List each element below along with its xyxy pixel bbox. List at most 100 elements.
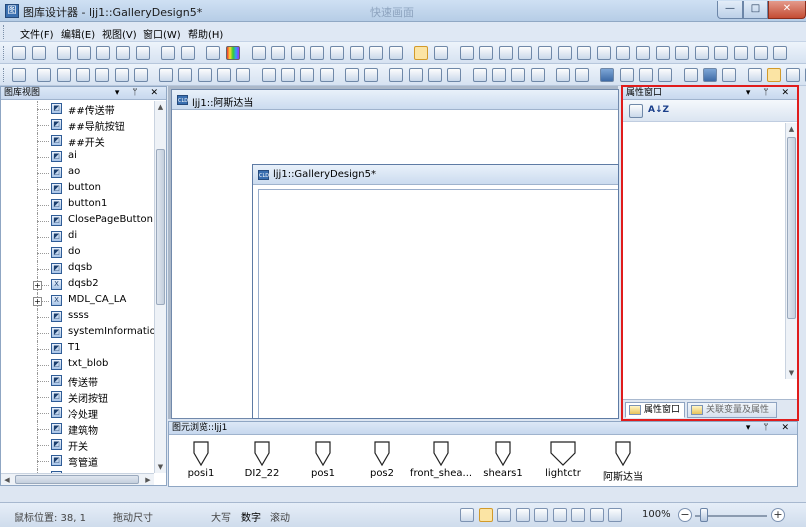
unlock-icon[interactable] — [530, 68, 545, 82]
copy-icon[interactable] — [57, 46, 72, 60]
draw-arc-icon[interactable] — [577, 46, 592, 60]
layout1-icon[interactable] — [766, 68, 781, 82]
draw-pie-icon[interactable] — [655, 46, 670, 60]
browse-item[interactable]: DI2_22 — [230, 439, 294, 484]
select-arrow-icon[interactable] — [478, 508, 493, 522]
tree-item[interactable]: ◩ ##开关 — [1, 133, 154, 149]
browse-item[interactable]: shears1 — [471, 439, 535, 484]
clock-icon[interactable] — [714, 46, 729, 60]
table-icon[interactable] — [619, 68, 634, 82]
paste-icon[interactable] — [116, 46, 130, 60]
sheet-icon[interactable] — [658, 68, 673, 82]
zoom-page-icon[interactable] — [388, 46, 403, 60]
zoom-out-icon[interactable] — [349, 46, 364, 60]
text-icon[interactable] — [675, 46, 690, 60]
zoom-out-button[interactable]: − — [678, 508, 692, 522]
zoom-page-icon[interactable] — [589, 508, 604, 522]
categorized-icon[interactable] — [629, 104, 643, 118]
tree-scroll-thumb[interactable] — [156, 149, 165, 305]
same-height-icon[interactable] — [217, 68, 231, 82]
tree-item[interactable]: ◩ ao — [1, 165, 154, 181]
palette-icon[interactable] — [226, 46, 240, 60]
draw-chord-icon[interactable] — [636, 46, 650, 60]
zoom-fit-icon[interactable] — [552, 508, 567, 522]
draw-rect-icon[interactable] — [518, 46, 533, 60]
property-vertical-scrollbar[interactable]: ▲ ▼ — [785, 123, 797, 379]
property-scroll-thumb[interactable] — [787, 137, 796, 319]
tree-horizontal-scrollbar[interactable]: ◀ ▶ — [1, 473, 154, 485]
draw-curve-icon[interactable] — [557, 46, 572, 60]
same-size-icon[interactable] — [236, 68, 251, 82]
delete-icon[interactable] — [135, 46, 150, 60]
group-icon[interactable] — [344, 68, 359, 82]
tree-item[interactable]: ◩ ClosePageButton — [1, 213, 154, 229]
properties-icon[interactable] — [747, 68, 762, 82]
draw-polygon-icon[interactable] — [498, 46, 513, 60]
tree-item[interactable]: ◩ 冷处理 — [1, 405, 154, 421]
tree-item[interactable]: ◩ ##导航按钮 — [1, 117, 154, 133]
tree-item[interactable]: ◩ 传送带 — [1, 373, 154, 389]
same-width-icon[interactable] — [197, 68, 212, 82]
browse-item[interactable]: pos1 — [291, 439, 355, 484]
alphabetical-sort-icon[interactable]: A↓Z — [648, 105, 669, 115]
tree-item[interactable]: ◩ 弯管道 — [1, 453, 154, 469]
tree-item[interactable]: ◩ txt_blob — [1, 357, 154, 373]
browse-item[interactable]: front_shea... — [409, 439, 473, 484]
undo-icon[interactable] — [555, 68, 570, 82]
distribute-v-icon[interactable] — [178, 68, 193, 82]
doc-window-back-title[interactable]: CLD ljj1::阿斯达当 — [172, 90, 618, 110]
browse-item[interactable]: pos2 — [350, 439, 414, 484]
close-button[interactable]: ✕ — [768, 1, 806, 19]
zoom-area-icon[interactable] — [290, 46, 305, 60]
draw-line-icon[interactable] — [459, 46, 474, 60]
lock-icon[interactable] — [511, 68, 526, 82]
image-icon[interactable] — [694, 46, 709, 60]
zoom-in-icon[interactable] — [330, 46, 344, 60]
ungroup-icon[interactable] — [364, 68, 379, 82]
tree-item[interactable]: ◩ 关闭按钮 — [1, 389, 154, 405]
pan-hand-icon[interactable] — [460, 508, 474, 522]
expand-icon[interactable]: + — [33, 281, 42, 290]
redo-icon[interactable] — [575, 68, 590, 82]
save-icon[interactable] — [76, 46, 91, 60]
menu-window[interactable]: 窗口(W) — [143, 26, 181, 41]
scroll-down-icon[interactable]: ▼ — [155, 461, 166, 473]
menu-view[interactable]: 视图(V) — [102, 26, 137, 41]
star-icon[interactable] — [206, 46, 221, 60]
tree-item[interactable]: ◩ 建筑物 — [1, 421, 154, 437]
zoom-out-icon[interactable] — [534, 508, 548, 522]
send-backward-icon[interactable] — [447, 68, 462, 82]
draw-ellipse-icon[interactable] — [596, 46, 611, 60]
browse-item[interactable]: posi1 — [169, 439, 233, 484]
zoom-in-icon[interactable] — [515, 508, 530, 522]
align-right-icon[interactable] — [75, 68, 90, 82]
move-up-icon[interactable] — [261, 68, 276, 82]
scroll-right-icon[interactable]: ▶ — [142, 474, 154, 485]
checker-icon[interactable] — [683, 68, 698, 82]
print-icon[interactable] — [161, 46, 176, 60]
doc-window-front[interactable]: CLD ljj1::GalleryDesign5* — [252, 164, 619, 419]
tree-item[interactable]: ◩ 开关 — [1, 437, 154, 453]
open-folder-icon[interactable] — [31, 46, 46, 60]
draw-roundrect-icon[interactable] — [538, 46, 552, 60]
distribute-h-icon[interactable] — [159, 68, 174, 82]
browse-item[interactable]: lightctr — [531, 439, 595, 484]
grid-icon[interactable] — [600, 68, 615, 82]
layer-icon[interactable] — [639, 68, 653, 82]
tab-linked-variables[interactable]: 关联变量及属性 — [687, 402, 777, 418]
draw-circle-icon[interactable] — [616, 46, 631, 60]
menu-help[interactable]: 帮助(H) — [188, 26, 223, 41]
shield-icon[interactable] — [773, 46, 788, 60]
tree-item[interactable]: ◩ systemInformation — [1, 325, 154, 341]
tree-item[interactable]: + Xdqsb2 — [1, 277, 154, 293]
send-back-icon[interactable] — [408, 68, 423, 82]
panel-pin-icons[interactable]: ▾ ᛘ ✕ — [746, 422, 794, 434]
design-canvas[interactable] — [258, 189, 618, 418]
tree-item[interactable]: ◩ button — [1, 181, 154, 197]
new-file-icon[interactable] — [12, 46, 26, 60]
tree-item[interactable]: ◩ di — [1, 229, 154, 245]
tree-item[interactable]: ◩ T1 — [1, 341, 154, 357]
flip-v-icon[interactable] — [491, 68, 506, 82]
move-down-icon[interactable] — [280, 68, 295, 82]
scroll-left-icon[interactable]: ◀ — [1, 474, 13, 485]
